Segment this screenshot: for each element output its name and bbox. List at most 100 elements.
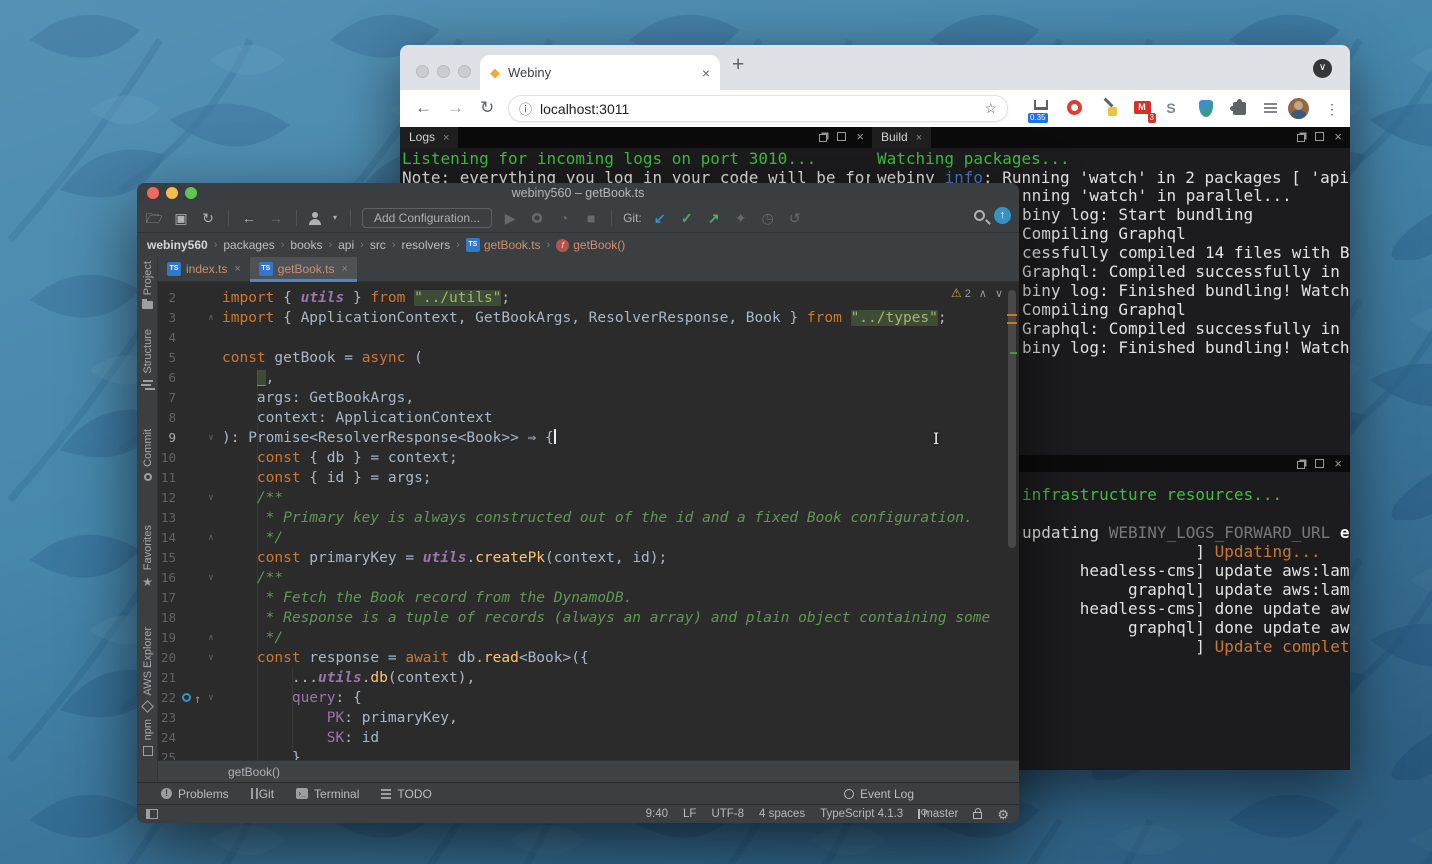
stripe-item-structure[interactable]: Structure [137,329,158,390]
bookmark-star-icon[interactable]: ☆ [984,100,997,117]
breadcrumb-item[interactable]: books [290,238,322,252]
zoom-window-button[interactable] [458,65,471,78]
logs-tab-close-icon[interactable]: × [443,132,449,144]
breadcrumb-item[interactable]: TSgetBook.ts [466,238,541,252]
fold-marker[interactable]: ∧ [204,308,218,328]
close-window-button[interactable] [147,187,159,199]
back-button[interactable]: ← [415,98,432,118]
stripe-item-project[interactable]: Project [137,261,158,309]
open-folder-icon[interactable]: 🗁︎ [145,210,163,226]
toolwindow-button-git[interactable]: Git [251,787,274,801]
fold-marker[interactable]: ∨ [204,568,218,588]
breadcrumb-item[interactable]: resolvers [401,238,450,252]
git-diff-icon[interactable]: ✦ [732,210,750,226]
profiler-icon[interactable]: ◔ [555,210,573,226]
maximize-icon[interactable] [1315,459,1324,468]
minimize-window-button[interactable] [166,187,178,199]
git-rollback-icon[interactable]: ↺ [786,210,804,226]
ide-update-icon[interactable]: ↑ [994,207,1011,224]
toolwindow-button-todo[interactable]: TODO [381,787,431,801]
extension-eyedropper-icon[interactable] [1098,98,1120,120]
extension-mail-icon[interactable]: M 3 [1131,98,1153,120]
stop-icon[interactable]: ■ [582,210,600,226]
maximize-icon[interactable] [837,132,846,141]
site-info-icon[interactable]: ⓘ [519,99,532,118]
minimize-window-button[interactable] [437,65,450,78]
restore-icon[interactable] [819,134,827,142]
sync-icon[interactable]: ↻ [199,210,217,226]
browser-window-controls[interactable] [416,65,471,78]
close-icon[interactable]: × [1334,457,1342,470]
line-ending[interactable]: LF [683,808,696,820]
editor-tab[interactable]: TSindex.ts× [158,257,250,281]
extension-red-ring-icon[interactable] [1063,98,1085,120]
reading-list-icon[interactable] [1259,98,1281,120]
tab-close-icon[interactable]: × [234,263,240,275]
file-encoding[interactable]: UTF-8 [711,808,744,820]
editor-tab[interactable]: TSgetBook.ts× [250,257,357,281]
navigate-forward-icon[interactable]: → [267,210,285,226]
lock-icon[interactable] [973,812,982,819]
breadcrumb-item[interactable]: packages [223,238,274,252]
extensions-puzzle-icon[interactable] [1228,98,1250,120]
prev-problem-icon[interactable]: ∧ [979,287,987,300]
stripe-item-favorites[interactable]: Favorites★ [137,525,158,588]
breadcrumb-item[interactable]: src [370,238,386,252]
fold-marker[interactable]: ∧ [204,528,218,548]
browser-tab[interactable]: ◆ Webiny × [480,55,720,90]
debug-icon[interactable]: 🞉︎ [528,210,546,226]
extension-scale-icon[interactable]: 0.35 [1030,98,1052,120]
reload-button[interactable]: ↻ [480,98,494,118]
run-icon[interactable]: ▶ [501,210,519,226]
close-icon[interactable]: × [1334,130,1342,143]
toolwindow-button-terminal[interactable]: ›_Terminal [296,787,359,801]
tab-close-icon[interactable]: × [342,263,348,275]
profile-avatar[interactable] [1287,98,1309,120]
typescript-version[interactable]: TypeScript 4.1.3 [820,808,903,820]
toolwindow-button-problems[interactable]: !Problems [161,787,229,801]
git-update-icon[interactable]: ↙ [651,210,669,226]
next-problem-icon[interactable]: ∨ [995,287,1003,300]
extension-s-icon[interactable]: S [1160,98,1182,120]
git-push-icon[interactable]: ↗ [705,210,723,226]
search-everywhere-icon[interactable] [974,210,985,221]
close-icon[interactable]: × [856,130,864,143]
fold-marker[interactable]: ∨ [204,428,218,448]
inspection-widget[interactable]: ⚠ 2 ∧ ∨ [951,286,1003,300]
ide-window-controls[interactable] [147,187,197,199]
maximize-icon[interactable] [1315,132,1324,141]
git-branch-widget[interactable]: master [918,808,958,820]
fold-marker[interactable]: ∨ [204,488,218,508]
git-commit-icon[interactable]: ✓ [678,210,696,226]
restore-icon[interactable] [1297,134,1305,142]
indent-setting[interactable]: 4 spaces [759,808,805,820]
event-log-button[interactable]: Event Log [844,787,914,801]
tab-close-icon[interactable]: × [702,65,710,81]
build-tab-close-icon[interactable]: × [916,132,922,144]
profile-dropdown-icon[interactable]: ▾ [331,210,339,226]
address-bar[interactable]: ⓘ localhost:3011 ☆ [508,95,1008,122]
stripe-item-commit[interactable]: Commit [137,429,158,481]
stripe-item-npm[interactable]: npm [137,719,158,756]
fold-marker[interactable]: ∨ [204,648,218,668]
restore-icon[interactable] [1297,461,1305,469]
caret-position[interactable]: 9:40 [646,808,668,820]
tab-search-chevron-icon[interactable]: ∨ [1313,59,1332,78]
editor-scrollbar[interactable] [1008,290,1016,548]
zoom-window-button[interactable] [185,187,197,199]
browser-menu-icon[interactable]: ⋮ [1321,98,1343,120]
breadcrumb-item[interactable]: fgetBook() [556,238,625,252]
gear-icon[interactable]: ⚙ [997,808,1009,821]
git-history-icon[interactable]: ◷ [759,210,777,226]
new-tab-button[interactable]: + [732,53,744,77]
save-icon[interactable]: ▣ [172,210,190,226]
profile-icon[interactable] [308,211,322,225]
toolwindow-toggle-icon[interactable] [146,809,158,819]
navigate-back-icon[interactable]: ← [240,210,258,226]
ide-titlebar[interactable]: webiny560 – getBook.ts [137,183,1019,204]
extension-shield-icon[interactable] [1195,98,1217,120]
add-configuration-button[interactable]: Add Configuration... [362,208,492,228]
breadcrumb-item[interactable]: api [338,238,354,252]
fold-marker[interactable]: ∧ [204,628,218,648]
forward-button[interactable]: → [447,98,464,118]
